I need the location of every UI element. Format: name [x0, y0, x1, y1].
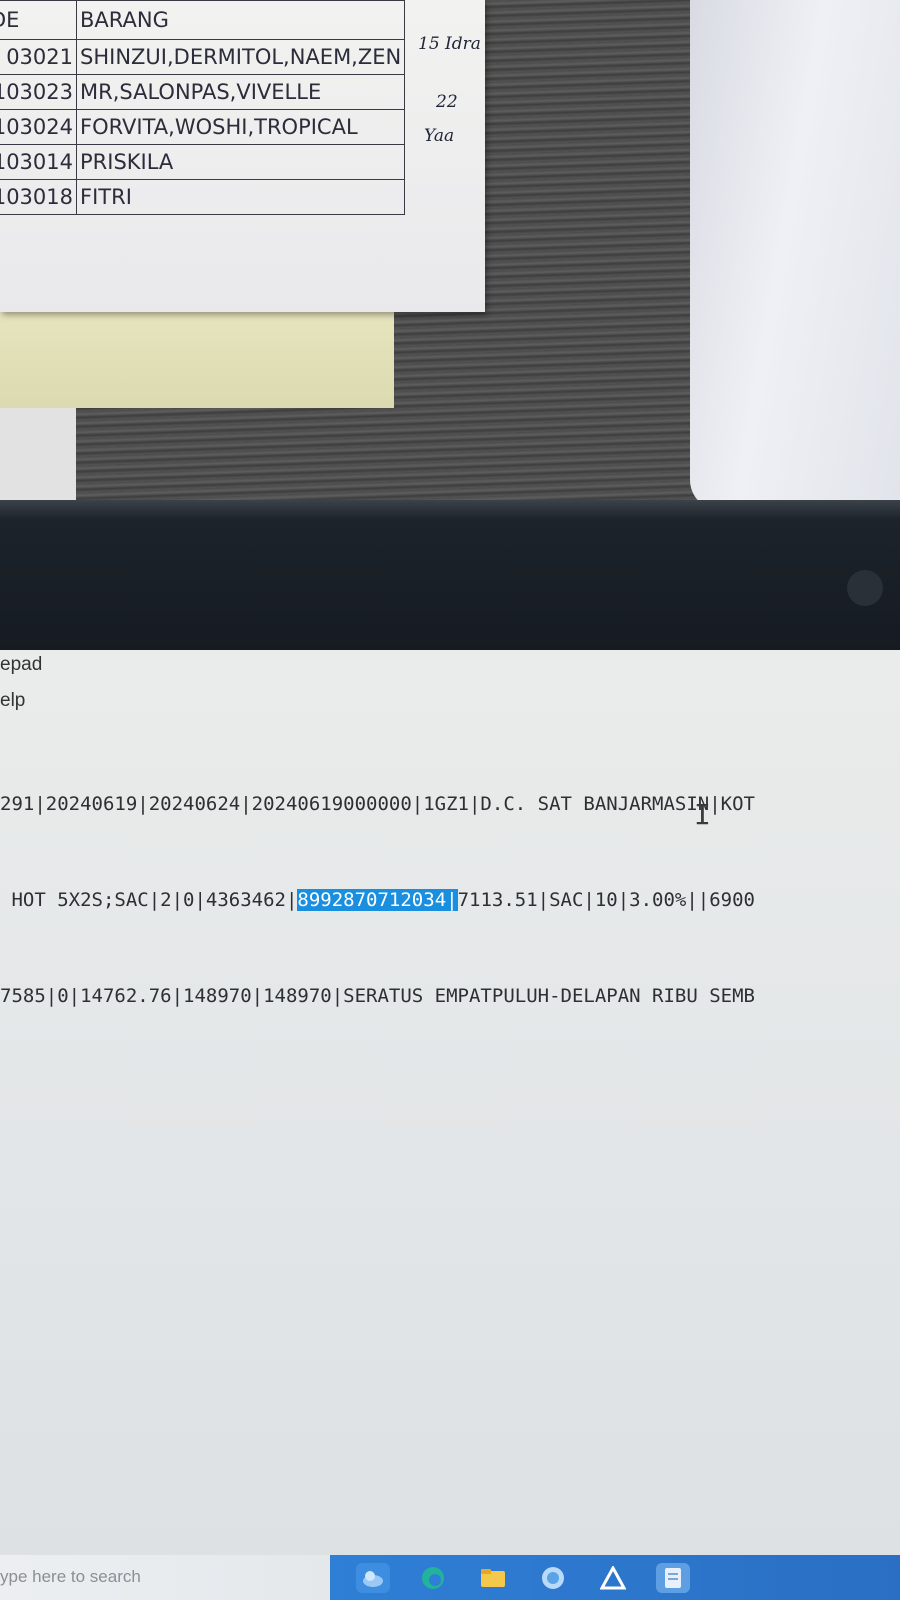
autodesk-icon[interactable] [596, 1563, 630, 1593]
line-text: 7113.51|SAC|10|3.00%||6900 [457, 889, 755, 911]
notepad-window: epad elp 291|20240619|20240624|202406190… [0, 650, 900, 1555]
handwriting-note: Yaa [424, 126, 455, 146]
row-items: SHINZUI,DERMITOL,NAEM,ZEN [75, 39, 406, 75]
search-input[interactable]: ype here to search [0, 1567, 141, 1587]
text-line: 291|20240619|20240624|20240619000000|1GZ… [0, 788, 900, 820]
table-row: 03021 SHINZUI,DERMITOL,NAEM,ZEN [0, 39, 406, 75]
paper-corner [0, 408, 76, 500]
row-code: 103023 [0, 74, 77, 110]
text-editor-area[interactable]: 291|20240619|20240624|20240619000000|1GZ… [0, 724, 900, 1076]
taskbar-search-area: ype here to search [0, 1555, 330, 1600]
sticky-note [0, 300, 394, 408]
table-row: 103024 FORVITA,WOSHI,TROPICAL [0, 109, 406, 145]
chat-icon[interactable] [536, 1563, 570, 1593]
row-items: FITRI [75, 179, 406, 215]
row-items: PRISKILA [75, 144, 406, 180]
notepad-icon[interactable] [656, 1562, 690, 1593]
row-items: FORVITA,WOSHI,TROPICAL [75, 109, 406, 145]
taskbar: ype here to search [0, 1555, 900, 1600]
menu-item-help[interactable]: elp [0, 690, 25, 711]
file-explorer-icon[interactable] [476, 1563, 510, 1593]
row-code: 103014 [0, 144, 77, 180]
text-line: HOT 5X2S;SAC|2|0|4363462|8992870712034|7… [0, 884, 900, 916]
laptop-bezel [0, 500, 900, 650]
line-text: 7585|0|14762.76|148970|148970|SERATUS EM… [0, 985, 755, 1007]
webcam [847, 570, 883, 606]
handwriting-note: 15 Idra [418, 34, 481, 54]
menu-bar: elp [0, 690, 39, 712]
handwriting-note: 22 [436, 92, 458, 112]
table-row: 103018 FITRI [0, 179, 406, 215]
paper-table: DE BARANG 03021 SHINZUI,DERMITOL,NAEM,ZE… [0, 0, 406, 215]
widgets-icon[interactable] [356, 1562, 390, 1593]
paper-table-header: DE BARANG [0, 0, 406, 40]
row-code: 103018 [0, 179, 77, 215]
paper-note: DE BARANG 03021 SHINZUI,DERMITOL,NAEM,ZE… [0, 0, 485, 312]
table-row: 103023 MR,SALONPAS,VIVELLE [0, 74, 406, 110]
header-barang: BARANG [75, 0, 406, 40]
selected-text[interactable]: 8992870712034| [297, 889, 458, 911]
header-code: DE [0, 0, 77, 40]
row-code: 03021 [0, 39, 77, 75]
text-line: 7585|0|14762.76|148970|148970|SERATUS EM… [0, 980, 900, 1012]
line-text: HOT 5X2S;SAC|2|0|4363462| [0, 889, 298, 911]
edge-icon[interactable] [416, 1563, 450, 1593]
table-row: 103014 PRISKILA [0, 144, 406, 180]
window-title: epad [0, 654, 43, 675]
white-object-right [690, 0, 900, 510]
line-text: 291|20240619|20240624|20240619000000|1GZ… [0, 793, 755, 815]
taskbar-icons [330, 1555, 900, 1600]
row-code: 103024 [0, 109, 77, 145]
text-cursor-icon: I [694, 798, 711, 831]
row-items: MR,SALONPAS,VIVELLE [75, 74, 406, 110]
